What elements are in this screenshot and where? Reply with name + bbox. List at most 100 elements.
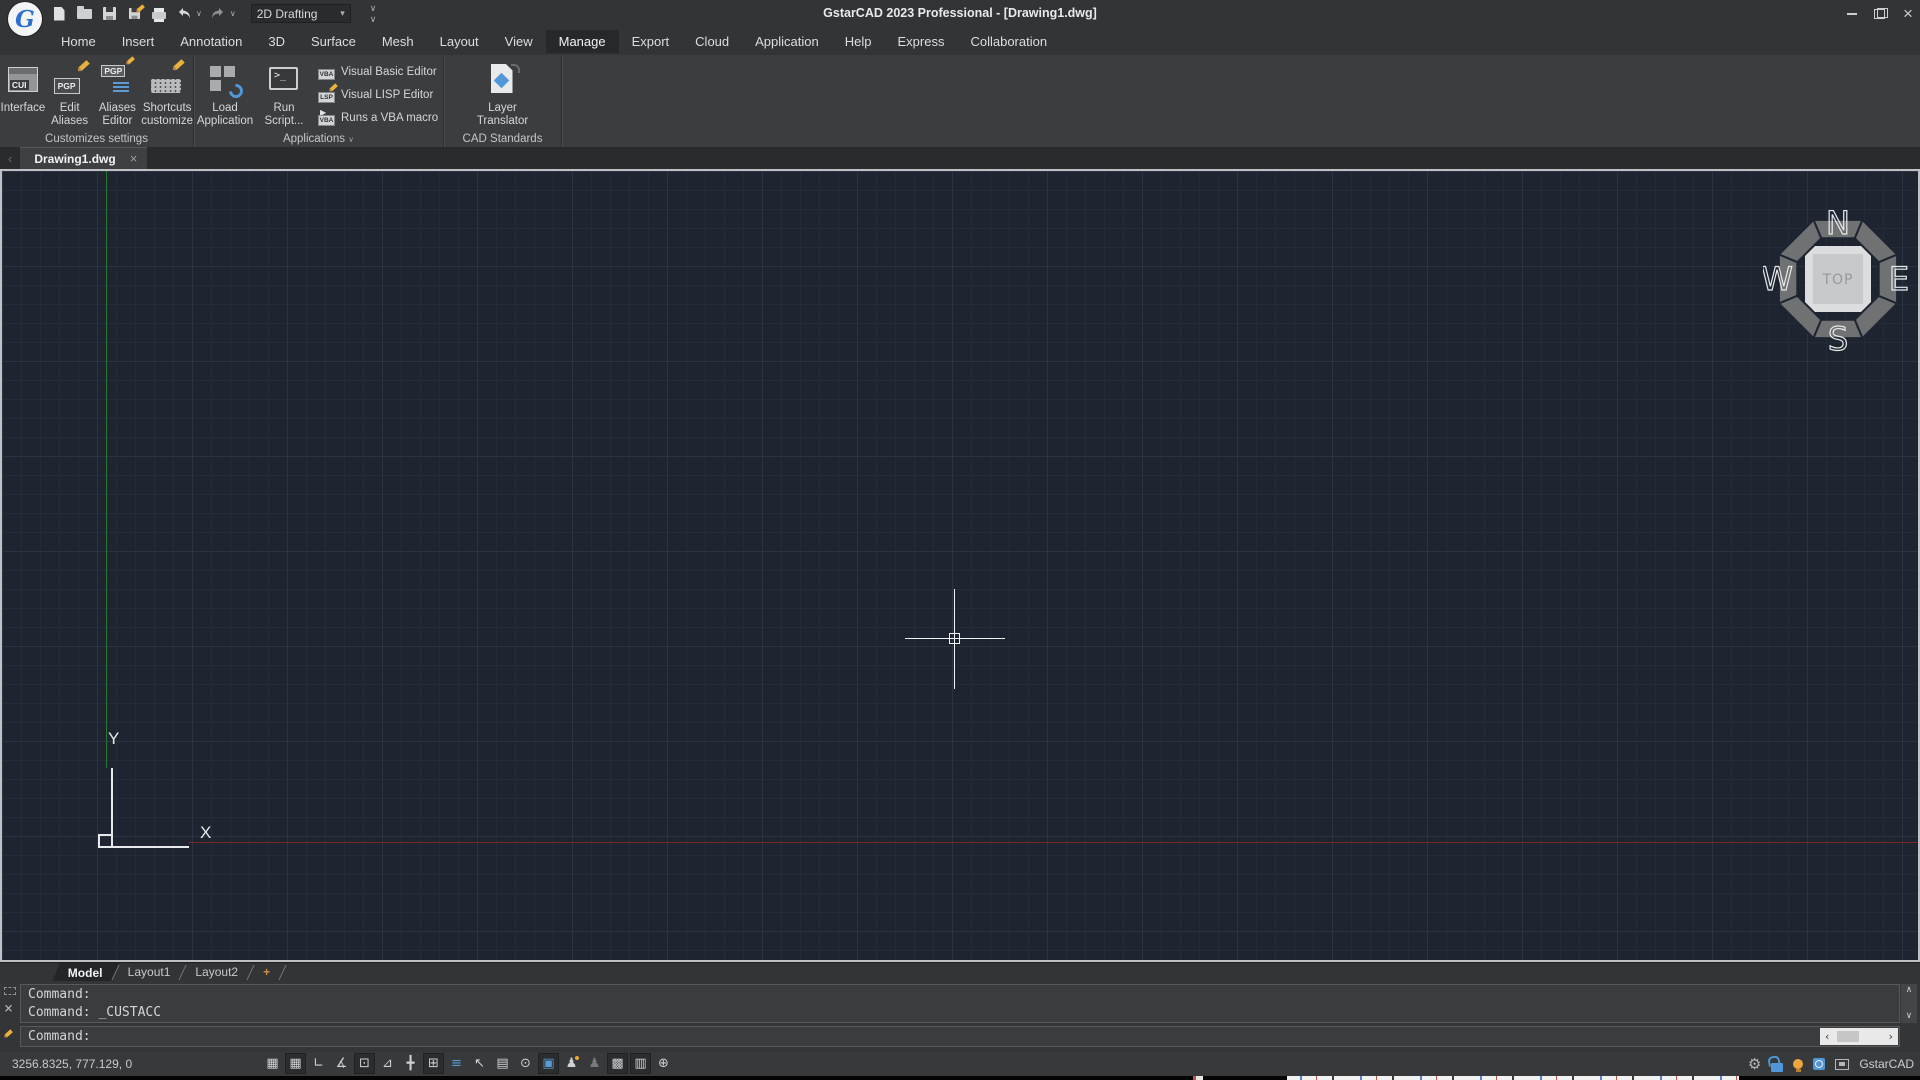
ribbon-tab-express[interactable]: Express	[885, 30, 958, 53]
ribbon-tab-help[interactable]: Help	[832, 30, 885, 53]
command-history-scrollbar[interactable]: ∧ ∨	[1901, 984, 1917, 1023]
ribbon-group-applications: Load Application >_ Run Script... VBA Vi…	[194, 55, 444, 147]
save-as-button[interactable]	[125, 5, 143, 23]
command-history[interactable]: Command: Command: _CUSTACC	[20, 984, 1900, 1023]
quick-properties-toggle[interactable]: ▤	[492, 1053, 513, 1074]
command-close-icon[interactable]: ×	[4, 999, 13, 1017]
fullscreen-icon[interactable]	[1835, 1059, 1849, 1070]
visual-basic-editor-button[interactable]: VBA Visual Basic Editor	[318, 62, 438, 82]
ribbon-tab-bar: Home Insert Annotation 3D Surface Mesh L…	[0, 27, 1920, 55]
lineweight-toggle[interactable]: ≡	[446, 1053, 467, 1074]
run-script-button[interactable]: >_ Run Script...	[256, 58, 312, 132]
ribbon-tab-manage[interactable]: Manage	[546, 30, 619, 53]
scroll-down-icon[interactable]: ∨	[1906, 1012, 1911, 1021]
gstarcad-window: G ∨ ∨ 2D Drafting ▾ ∨∨ GstarCAD 2023 Pro…	[0, 0, 1920, 1080]
panel-toggle[interactable]: ▥	[630, 1053, 651, 1074]
interface-button[interactable]: CUI Interface	[0, 58, 46, 132]
command-grip-icon[interactable]	[4, 987, 16, 995]
viewcube-top-label[interactable]: TOP	[1821, 272, 1853, 288]
shortcuts-customize-button[interactable]: Shortcuts customize	[141, 58, 193, 132]
status-toggles: ▦ ▦ ∟ ∡ ⊡ ⊿ ╋ ⊞ ≡ ↖ ▤ ⊙ ▣ ♟ ♟ ▩ ▥ ⊕	[262, 1053, 674, 1074]
scroll-up-icon[interactable]: ∧	[1906, 986, 1911, 995]
qat-customize-button[interactable]: ∨∨	[370, 3, 376, 25]
ribbon-tab-view[interactable]: View	[492, 30, 546, 53]
ribbon-tab-mesh[interactable]: Mesh	[369, 30, 427, 53]
layer-translator-button[interactable]: Layer Translator	[468, 58, 538, 132]
minimize-button[interactable]	[1846, 8, 1858, 19]
ucs-y-label: Y	[108, 729, 119, 749]
close-button[interactable]: ×	[1902, 8, 1914, 19]
grid-toggle[interactable]: ▦	[285, 1053, 306, 1074]
ribbon-tab-insert[interactable]: Insert	[109, 30, 168, 53]
lightbulb-icon[interactable]	[1793, 1059, 1803, 1069]
ribbon-tab-collaboration[interactable]: Collaboration	[957, 30, 1060, 53]
unlock-icon[interactable]	[1771, 1063, 1783, 1072]
layout-tab-model[interactable]: Model	[52, 963, 118, 982]
hardware-monitor-icon[interactable]	[1813, 1058, 1825, 1070]
ortho-toggle[interactable]: ∟	[308, 1053, 329, 1074]
selection-cycling-toggle[interactable]: ↖	[469, 1053, 490, 1074]
open-file-button[interactable]	[75, 5, 93, 23]
snap-toggle[interactable]: ▦	[262, 1053, 283, 1074]
bottom-edge-strip	[0, 1076, 1920, 1080]
command-input-scrollbar[interactable]: ‹ ›	[1820, 1028, 1898, 1045]
object-snap-toggle[interactable]: ⊡	[354, 1053, 375, 1074]
render-quality-toggle[interactable]: ▩	[607, 1053, 628, 1074]
load-application-button[interactable]: Load Application	[194, 58, 256, 132]
dynamic-input-toggle[interactable]: ⊞	[423, 1053, 444, 1074]
clean-screen-toggle[interactable]: ⊕	[653, 1053, 674, 1074]
layout-tab-bar: Model Layout1 Layout2 +	[0, 962, 1920, 981]
layout-tab-layout2[interactable]: Layout2	[183, 963, 250, 982]
zoom-preview-toggle[interactable]: ⊙	[515, 1053, 536, 1074]
collaboration-toggle[interactable]: ♟	[561, 1053, 582, 1074]
aliases-editor-button[interactable]: PGP Aliases Editor	[93, 58, 141, 132]
workspace-select[interactable]: 2D Drafting ▾	[251, 4, 351, 23]
polar-tracking-toggle[interactable]: ∡	[331, 1053, 352, 1074]
ribbon-tab-export[interactable]: Export	[619, 30, 683, 53]
undo-dropdown-icon[interactable]: ∨	[196, 9, 202, 18]
scroll-right-icon[interactable]: ›	[1887, 1030, 1894, 1043]
viewcube-south-label[interactable]: S	[1828, 320, 1848, 354]
ribbon-tab-home[interactable]: Home	[48, 30, 109, 53]
brand-label: GstarCAD	[1859, 1057, 1914, 1071]
layout-tab-layout1[interactable]: Layout1	[116, 963, 183, 982]
edit-aliases-button[interactable]: PGP Edit Aliases	[46, 58, 94, 132]
tab-nav-back-icon[interactable]: ‹	[0, 151, 20, 166]
undo-button[interactable]	[175, 5, 193, 23]
run-vba-macro-button[interactable]: ▶VBA Runs a VBA macro	[318, 108, 438, 128]
visual-lisp-editor-button[interactable]: LSP Visual LISP Editor	[318, 85, 438, 105]
ucs-origin-box	[98, 834, 113, 848]
ribbon-tab-layout[interactable]: Layout	[427, 30, 492, 53]
viewcube-north-label[interactable]: N	[1826, 204, 1850, 242]
new-file-button[interactable]	[50, 5, 68, 23]
restore-button[interactable]	[1874, 8, 1886, 19]
scroll-left-icon[interactable]: ‹	[1824, 1030, 1831, 1043]
share-toggle[interactable]: ♟	[584, 1053, 605, 1074]
object-snap-tracking-toggle[interactable]: ╋	[400, 1053, 421, 1074]
save-button[interactable]	[100, 5, 118, 23]
add-layout-button[interactable]: +	[251, 963, 282, 982]
scrollbar-thumb[interactable]	[1837, 1031, 1859, 1042]
tab-close-icon[interactable]: ×	[130, 151, 138, 166]
group-label-applications[interactable]: Applications ∨	[194, 132, 443, 147]
document-tab-drawing1[interactable]: Drawing1.dwg ×	[20, 147, 147, 169]
redo-button[interactable]	[209, 5, 227, 23]
viewcube-west-label[interactable]: W	[1763, 260, 1793, 298]
viewcube-east-label[interactable]: E	[1889, 260, 1909, 298]
command-history-line: Command:	[28, 986, 1892, 1004]
group-label-cad-standards: CAD Standards	[444, 132, 561, 147]
ribbon-tab-cloud[interactable]: Cloud	[682, 30, 742, 53]
print-button[interactable]	[150, 5, 168, 23]
ribbon-tab-surface[interactable]: Surface	[298, 30, 369, 53]
ribbon-tab-3d[interactable]: 3D	[255, 30, 298, 53]
drawing-canvas[interactable]: Y X TOP N S W E	[0, 169, 1920, 962]
command-input[interactable]: Command:	[20, 1026, 1900, 1047]
settings-gear-icon[interactable]: ⚙	[1748, 1055, 1761, 1073]
viewports-toggle[interactable]: ▣	[538, 1053, 559, 1074]
gstarcad-logo-icon[interactable]: G	[8, 2, 42, 36]
object-snap-angle-toggle[interactable]: ⊿	[377, 1053, 398, 1074]
viewcube[interactable]: TOP N S W E	[1763, 204, 1913, 354]
ribbon-tab-annotation[interactable]: Annotation	[167, 30, 255, 53]
ribbon-tab-application[interactable]: Application	[742, 30, 832, 53]
redo-dropdown-icon[interactable]: ∨	[230, 9, 236, 18]
